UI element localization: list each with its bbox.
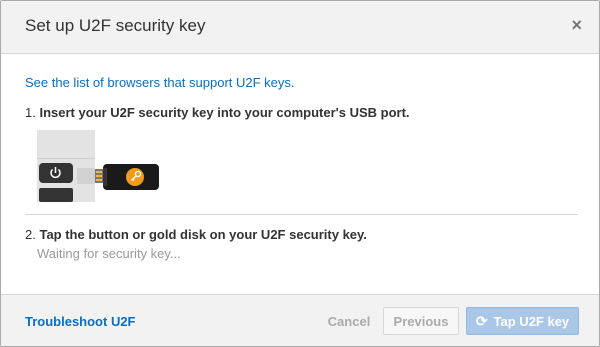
step-1: 1. Insert your U2F security key into you… [25, 105, 410, 120]
troubleshoot-link[interactable]: Troubleshoot U2F [25, 314, 136, 329]
tap-u2f-key-label: Tap U2F key [493, 313, 570, 329]
usb-security-key-illustration [37, 130, 159, 202]
previous-button[interactable]: Previous [383, 307, 459, 335]
step-2: 2. Tap the button or gold disk on your U… [25, 227, 367, 242]
dialog-footer: Troubleshoot U2F Cancel Previous ⟳ Tap U… [1, 294, 599, 346]
previous-label: Previous [393, 313, 449, 329]
waiting-status: Waiting for security key... [37, 246, 181, 261]
step-1-number: 1. [25, 105, 36, 120]
dialog-title: Set up U2F security key [25, 16, 206, 35]
step-1-text: Insert your U2F security key into your c… [39, 105, 410, 120]
step-2-text: Tap the button or gold disk on your U2F … [39, 227, 367, 242]
dialog-body: See the list of browsers that support U2… [1, 54, 599, 294]
dialog-header: Set up U2F security key × [1, 1, 599, 54]
step-2-number: 2. [25, 227, 36, 242]
tap-u2f-key-button[interactable]: ⟳ Tap U2F key [466, 307, 579, 335]
step-divider [25, 214, 578, 215]
u2f-setup-dialog: Set up U2F security key × See the list o… [0, 0, 600, 347]
close-icon[interactable]: × [571, 16, 582, 34]
cancel-button[interactable]: Cancel [319, 314, 379, 329]
refresh-icon: ⟳ [475, 313, 488, 329]
browsers-support-link[interactable]: See the list of browsers that support U2… [25, 75, 295, 90]
